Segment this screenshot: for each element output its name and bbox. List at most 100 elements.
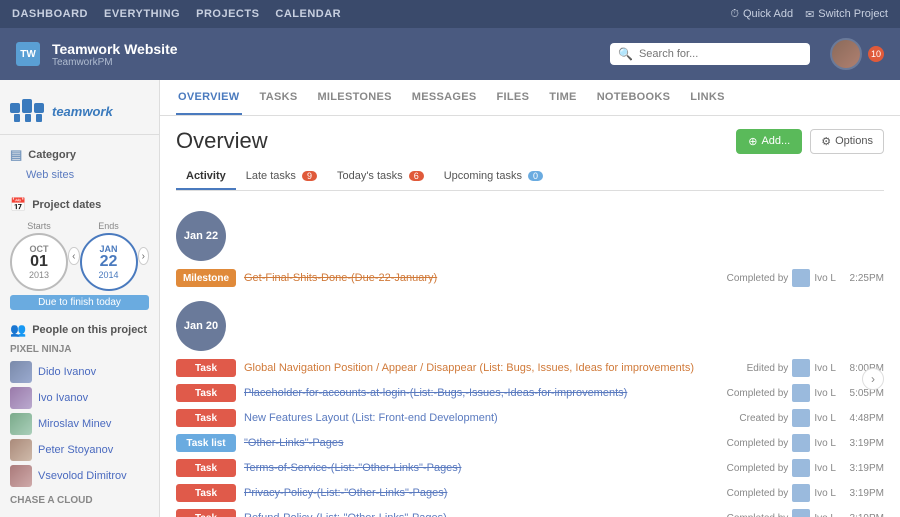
timeline-row-7: Task Refund-Policy-(List:-"Other-Links"-… [176, 507, 884, 517]
person-name-4: Vsevolod Dimitrov [38, 470, 127, 482]
tag-task-3: Task [176, 409, 236, 427]
sidebar-dates-section: 📅 Project dates Starts OCT 01 2013 ‹ End… [0, 191, 159, 316]
tab-time[interactable]: TIME [547, 80, 578, 115]
person-item-3[interactable]: Peter Stoyanov [10, 437, 149, 463]
topnav-item-projects[interactable]: PROJECTS [196, 8, 259, 20]
tag-milestone: Milestone [176, 269, 236, 287]
main-layout: teamwork ▤ Category Web sites 📅 Project … [0, 80, 900, 517]
person-name-0: Dido Ivanov [38, 366, 96, 378]
group1-label: PIXEL NINJA [10, 344, 149, 355]
timeline-row-1: Task Global Navigation Position / Appear… [176, 357, 884, 379]
sidebar-people-header: 👥 People on this project [10, 322, 149, 338]
tag-task-1: Task [176, 359, 236, 377]
options-button[interactable]: ⚙ Options [810, 129, 884, 154]
sidebar-category-header: ▤ Category [0, 143, 159, 167]
timeline-task-name-5[interactable]: Terms-of-Service-(List:-"Other-Links"-Pa… [244, 462, 719, 474]
plus-icon: ⊕ [748, 135, 757, 148]
quick-add-button[interactable]: ⏱ Quick Add [730, 8, 793, 21]
tab-files[interactable]: FILES [495, 80, 532, 115]
person-item-4[interactable]: Vsevolod Dimitrov [10, 463, 149, 489]
timeline-meta-3: Created by Ivo L [739, 409, 836, 427]
starts-label: Starts [10, 221, 68, 231]
calendar-icon: 📅 [10, 197, 26, 213]
timeline-section-jan20: Jan 20 Task Global Navigation Position /… [176, 293, 884, 517]
tag-task-2: Task [176, 384, 236, 402]
date-circles: Starts OCT 01 2013 ‹ Ends JAN 22 2014 [10, 221, 149, 291]
activity-tab-upcoming[interactable]: Upcoming tasks 0 [434, 164, 553, 190]
person-item-2[interactable]: Miroslav Minev [10, 411, 149, 437]
timeline-task-name-7[interactable]: Refund-Policy-(List:-"Other-Links"-Pages… [244, 512, 719, 517]
project-logo-icon: TW [16, 42, 40, 66]
tab-milestones[interactable]: MILESTONES [315, 80, 393, 115]
timeline-avatar-2 [792, 384, 810, 402]
search-input[interactable] [639, 48, 802, 60]
tab-tasks[interactable]: TASKS [258, 80, 300, 115]
user-avatar[interactable] [830, 38, 862, 70]
timeline-row-5: Task Terms-of-Service-(List:-"Other-Link… [176, 457, 884, 479]
search-icon: 🔍 [618, 47, 633, 61]
topnav-item-calendar[interactable]: CALENDAR [275, 8, 341, 20]
tab-links[interactable]: LINKS [688, 80, 727, 115]
content-tabs: OVERVIEW TASKS MILESTONES MESSAGES FILES… [160, 80, 900, 116]
tab-overview[interactable]: OVERVIEW [176, 80, 242, 115]
search-box[interactable]: 🔍 [610, 43, 810, 65]
activity-tabs: Activity Late tasks 9 Today's tasks 6 Up… [176, 164, 884, 191]
timeline-date-jan20: Jan 20 [176, 301, 226, 351]
notification-badge[interactable]: 10 [868, 46, 884, 62]
timeline-avatar-1 [792, 359, 810, 377]
timeline-avatar-4 [792, 434, 810, 452]
switch-project-button[interactable]: ✉ Switch Project [805, 8, 888, 21]
timeline-task-name-4[interactable]: "Other-Links"-Pages [244, 437, 719, 449]
timeline-task-name-6[interactable]: Privacy-Policy-(List:-"Other-Links"-Page… [244, 487, 719, 499]
tag-task-5: Task [176, 459, 236, 477]
timeline-row-2: Task Placeholder-for-accounts-at-login-(… [176, 382, 884, 404]
end-date-circle: JAN 22 2014 [80, 233, 138, 291]
timeline-time-4: 3:19PM [844, 438, 884, 449]
activity-tab-late[interactable]: Late tasks 9 [236, 164, 327, 190]
timeline-avatar-3 [792, 409, 810, 427]
timeline-meta-2: Completed by Ivo L [727, 384, 836, 402]
topnav-right: ⏱ Quick Add ✉ Switch Project [730, 8, 888, 21]
tag-task-6: Task [176, 484, 236, 502]
date-nav-left[interactable]: ‹ [68, 247, 80, 265]
activity-tab-activity[interactable]: Activity [176, 164, 236, 190]
timeline-task-name-1[interactable]: Global Navigation Position / Appear / Di… [244, 362, 739, 374]
topnav-item-dashboard[interactable]: DASHBOARD [12, 8, 88, 20]
tag-task-7: Task [176, 509, 236, 517]
topnav-item-everything[interactable]: EVERYTHING [104, 8, 180, 20]
timeline-row-6: Task Privacy-Policy-(List:-"Other-Links"… [176, 482, 884, 504]
person-item-0[interactable]: Dido Ivanov [10, 359, 149, 385]
timeline-time-5: 3:19PM [844, 463, 884, 474]
person-avatar-0 [10, 361, 32, 383]
content-body: Overview ⊕ Add... ⚙ Options Activity Lat… [160, 116, 900, 517]
person-avatar-4 [10, 465, 32, 487]
tab-notebooks[interactable]: NOTEBOOKS [595, 80, 673, 115]
timeline-avatar-5 [792, 459, 810, 477]
timeline-task-name-2[interactable]: Placeholder-for-accounts-at-login-(List:… [244, 387, 719, 399]
timeline-time-2: 5:05PM [844, 388, 884, 399]
date-nav-right[interactable]: › [138, 247, 150, 265]
content-actions: ⊕ Add... ⚙ Options [736, 129, 884, 154]
sidebar: teamwork ▤ Category Web sites 📅 Project … [0, 80, 160, 517]
project-header: TW Teamwork Website TeamworkPM 🔍 10 [0, 28, 900, 80]
timeline-time-6: 3:19PM [844, 488, 884, 499]
project-name: Teamwork Website [52, 41, 178, 57]
timeline-task-name-3[interactable]: New Features Layout (List: Front-end Dev… [244, 412, 731, 424]
timeline-meta-1: Edited by Ivo L [747, 359, 836, 377]
timeline-task-name-0[interactable]: Get-Final-Shits-Done-(Due-22-January) [244, 272, 719, 284]
person-item-1[interactable]: Ivo Ivanov [10, 385, 149, 411]
upcoming-tasks-badge: 0 [528, 171, 543, 181]
sidebar-dates-header: 📅 Project dates [10, 197, 149, 213]
late-tasks-badge: 9 [302, 171, 317, 181]
timeline-next-button[interactable]: › [862, 368, 884, 390]
teamwork-logo: teamwork [10, 96, 149, 126]
activity-tab-today[interactable]: Today's tasks 6 [327, 164, 434, 190]
person-avatar-3 [10, 439, 32, 461]
timeline: › Jan 22 Milestone Get-Final-Shits-Done-… [176, 203, 884, 517]
tab-messages[interactable]: MESSAGES [410, 80, 479, 115]
person-name-3: Peter Stoyanov [38, 444, 113, 456]
today-tasks-badge: 6 [409, 171, 424, 181]
add-button[interactable]: ⊕ Add... [736, 129, 802, 154]
timeline-meta-7: Completed by Ivo L [727, 509, 836, 517]
sidebar-item-web-sites[interactable]: Web sites [0, 167, 159, 183]
